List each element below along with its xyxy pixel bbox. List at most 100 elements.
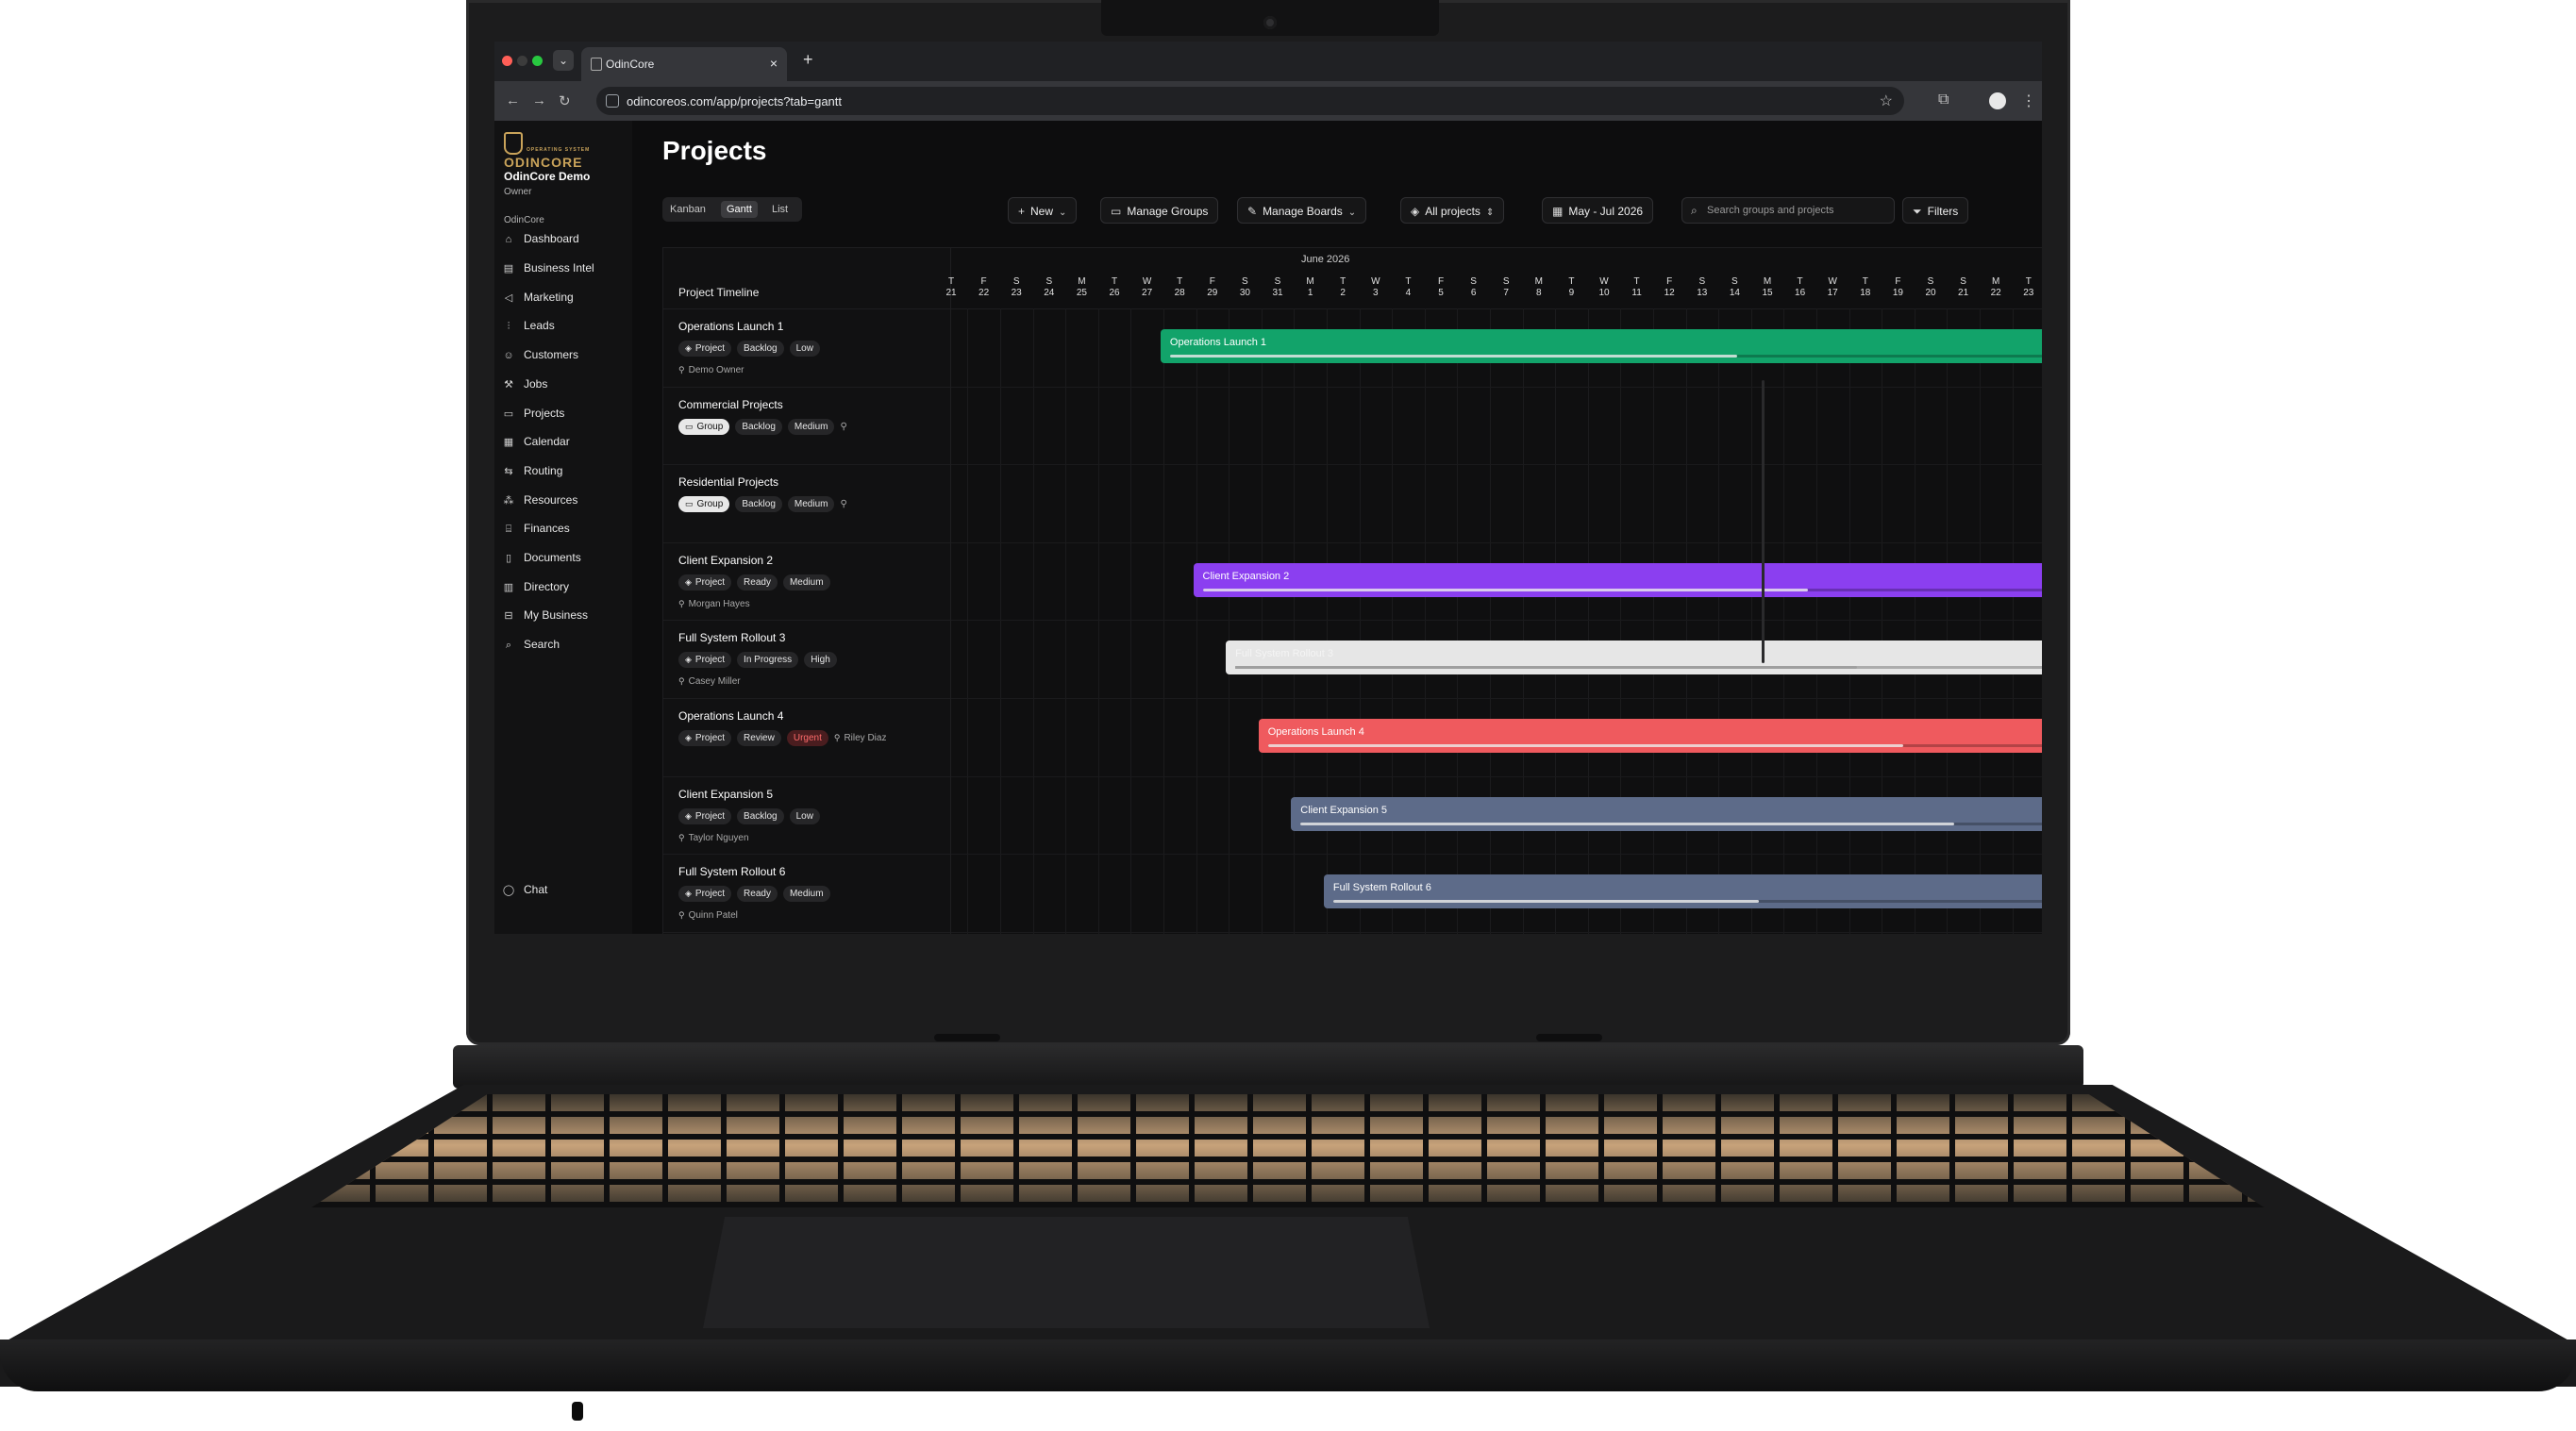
project-name[interactable]: Operations Launch 1	[678, 320, 783, 333]
manage-groups-button[interactable]: ▭ Manage Groups	[1100, 197, 1219, 224]
sidebar-item-my-business[interactable]: ⊟ My Business	[502, 605, 625, 625]
new-tab-button[interactable]: +	[803, 50, 813, 70]
url-text[interactable]: odincoreos.com/app/projects?tab=gantt	[627, 94, 842, 108]
project-row[interactable]: Client Expansion 5 ◈ Project Backlog Low ⚲ Tay…	[663, 776, 950, 856]
status-badge[interactable]: Ready	[737, 574, 778, 591]
pencil-icon: ✎	[1247, 205, 1258, 218]
workspace-name[interactable]: OdinCore Demo	[504, 170, 590, 183]
priority-badge[interactable]: Urgent	[786, 730, 828, 746]
tab-search-button[interactable]: ⌄	[553, 50, 574, 71]
sidebar-item-customers[interactable]: ☺ Customers	[502, 344, 625, 365]
progress-fill	[1235, 666, 1858, 670]
project-timeline-heading: Project Timeline	[678, 286, 760, 299]
gantt-bar[interactable]: Full System Rollout 6	[1323, 874, 2042, 909]
project-name[interactable]: Full System Rollout 6	[678, 865, 785, 878]
reload-icon[interactable]: ↻	[559, 92, 571, 109]
project-row[interactable]: Full System Rollout 6 ◈ Project Ready Medium…	[663, 854, 950, 933]
site-info-icon[interactable]	[606, 94, 619, 108]
priority-badge[interactable]: Low	[789, 341, 820, 357]
project-name[interactable]: Residential Projects	[678, 475, 778, 489]
profile-avatar[interactable]	[1989, 92, 2006, 109]
new-button[interactable]: + New ⌄	[1008, 197, 1078, 224]
tab-gantt[interactable]: Gantt	[721, 201, 758, 218]
project-name[interactable]: Client Expansion 5	[678, 788, 773, 801]
status-badge[interactable]: Backlog	[737, 341, 784, 357]
sidebar-item-dashboard[interactable]: ⌂ Dashboard	[502, 228, 625, 249]
sidebar-item-documents[interactable]: ▯ Documents	[502, 547, 625, 568]
gantt-bar-label: Operations Launch 4	[1267, 726, 1364, 738]
sidebar-item-marketing[interactable]: ◁ Marketing	[502, 287, 625, 308]
window-minimize-button[interactable]	[517, 56, 527, 66]
manage-boards-button[interactable]: ✎ Manage Boards ⌄	[1237, 197, 1367, 224]
sidebar-item-business-intel[interactable]: ▤ Business Intel	[502, 258, 625, 278]
forward-arrow-icon[interactable]: →	[532, 92, 546, 108]
back-arrow-icon[interactable]: ←	[506, 92, 520, 108]
kind-label: Project	[694, 889, 726, 900]
day-column-header: F 12	[1653, 276, 1685, 299]
project-row[interactable]: Operations Launch 4 ◈ Project Review Urgent ⚲…	[663, 698, 950, 777]
sidebar-item-calendar[interactable]: ▦ Calendar	[502, 431, 625, 452]
status-badge[interactable]: Backlog	[735, 418, 782, 435]
sidebar-item-projects[interactable]: ▭ Projects	[502, 403, 625, 424]
day-gridline	[1522, 308, 1524, 934]
browser-tab[interactable]: OdinCore ×	[581, 47, 787, 81]
project-row[interactable]: Client Expansion 2 ◈ Project Ready Medium ⚲ Mo…	[663, 542, 950, 622]
status-badge[interactable]: Backlog	[735, 496, 782, 513]
assign-user-icon[interactable]: ⚲	[840, 419, 846, 435]
extensions-icon[interactable]: ⧉	[1938, 92, 1949, 108]
date-range-button[interactable]: ▦ May - Jul 2026	[1542, 197, 1654, 224]
vertical-scrollbar[interactable]	[1762, 380, 1765, 663]
gantt-bar[interactable]: Full System Rollout 3	[1226, 641, 2042, 675]
sidebar-item-chat[interactable]: ◯ Chat	[502, 879, 625, 900]
address-bar[interactable]: odincoreos.com/app/projects?tab=gantt ☆	[596, 87, 1904, 115]
project-tags: ▭ Group Backlog Medium ⚲	[678, 418, 847, 436]
project-name[interactable]: Operations Launch 4	[678, 709, 783, 723]
sidebar-item-leads[interactable]: ⫶ Leads	[502, 315, 625, 336]
gantt-bar[interactable]: Client Expansion 5	[1291, 796, 2042, 831]
search-input[interactable]: ⌕ Search groups and projects	[1681, 197, 1895, 224]
status-badge[interactable]: Ready	[737, 886, 778, 903]
odincore-logo[interactable]: ODINCORE OPERATING SYSTEM	[504, 132, 594, 170]
project-row[interactable]: Commercial Projects ▭ Group Backlog Medium ⚲	[663, 387, 950, 466]
priority-badge[interactable]: Low	[789, 807, 820, 824]
project-name[interactable]: Commercial Projects	[678, 398, 783, 411]
gantt-bar[interactable]: Operations Launch 4	[1258, 719, 2042, 753]
sidebar-item-finances[interactable]: ⌸ Finances	[502, 518, 625, 539]
priority-badge[interactable]: High	[804, 652, 837, 669]
status-badge[interactable]: Backlog	[737, 807, 784, 824]
day-number-label: 29	[1207, 288, 1218, 298]
filters-button[interactable]: ⏷ Filters	[1902, 197, 1969, 224]
tab-kanban[interactable]: Kanban	[664, 201, 711, 218]
priority-badge[interactable]: Medium	[787, 496, 835, 513]
close-icon[interactable]: ×	[770, 56, 778, 71]
gantt-bar[interactable]: Operations Launch 1	[1160, 329, 2042, 363]
gantt-bar[interactable]: Client Expansion 2	[1193, 562, 2042, 597]
sidebar-item-resources[interactable]: ⁂ Resources	[502, 490, 625, 510]
project-row[interactable]: Residential Projects ▭ Group Backlog Medium ⚲	[663, 464, 950, 543]
sidebar-item-directory[interactable]: ▥ Directory	[502, 576, 625, 597]
window-zoom-button[interactable]	[532, 56, 543, 66]
priority-badge[interactable]: Medium	[782, 574, 830, 591]
status-badge[interactable]: In Progress	[737, 652, 799, 669]
window-close-button[interactable]	[502, 56, 512, 66]
tab-list[interactable]: List	[766, 201, 794, 218]
day-gridline	[1620, 308, 1622, 934]
project-name[interactable]: Full System Rollout 3	[678, 631, 785, 644]
project-filter-select[interactable]: ◈ All projects ⇕	[1400, 197, 1505, 224]
priority-badge[interactable]: Medium	[782, 886, 830, 903]
sidebar-item-jobs[interactable]: ⚒ Jobs	[502, 374, 625, 394]
priority-badge[interactable]: Medium	[787, 418, 835, 435]
sidebar-item-search[interactable]: ⌕ Search	[502, 634, 625, 655]
bookmark-star-icon[interactable]: ☆	[1880, 92, 1893, 110]
assign-user-icon[interactable]: ⚲	[840, 496, 846, 512]
status-badge[interactable]: Review	[737, 730, 781, 746]
page-title: Projects	[662, 136, 767, 165]
project-name[interactable]: Client Expansion 2	[678, 554, 773, 567]
project-row[interactable]: Operations Launch 1 ◈ Project Backlog Low ⚲ De…	[663, 308, 950, 388]
row-gridline	[951, 464, 2042, 466]
sidebar-item-routing[interactable]: ⇆ Routing	[502, 460, 625, 481]
day-gridline	[1359, 308, 1361, 934]
day-number-label: 23	[2023, 288, 2034, 298]
browser-menu-icon[interactable]: ⋮	[2021, 92, 2036, 110]
project-row[interactable]: Full System Rollout 3 ◈ Project In Progress…	[663, 620, 950, 699]
